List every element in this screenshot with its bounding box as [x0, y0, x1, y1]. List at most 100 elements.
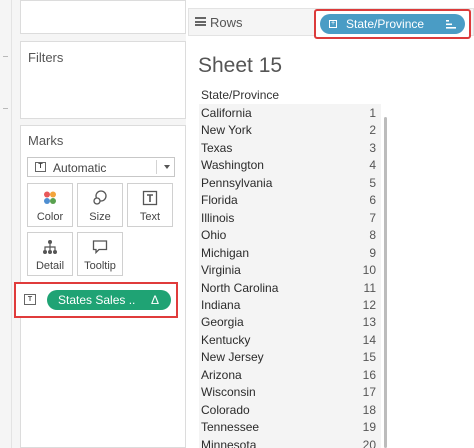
delta-icon: Δ: [150, 293, 159, 307]
state-cell: Ohio: [201, 228, 227, 243]
table-row[interactable]: Texas 3: [199, 140, 381, 157]
rank-cell: 3: [369, 140, 376, 155]
table-row[interactable]: Pennsylvania 5: [199, 175, 381, 192]
state-cell: Texas: [201, 140, 233, 155]
sheet-title: Sheet 15: [198, 54, 283, 77]
rank-cell: 1: [369, 106, 376, 120]
table-row[interactable]: Minnesota 20: [199, 437, 381, 448]
rank-cell: 16: [362, 367, 376, 382]
state-cell: Pennsylvania: [201, 175, 273, 190]
rank-cell: 13: [362, 315, 376, 330]
table-row[interactable]: New Jersey 15: [199, 349, 381, 366]
size-circles-icon: [78, 190, 122, 206]
rows-pill-highlight: + State/Province: [314, 9, 471, 39]
table-row[interactable]: Virginia 10: [199, 262, 381, 279]
mark-type-dropdown[interactable]: T Automatic: [27, 157, 175, 177]
state-cell: Wisconsin: [201, 385, 256, 400]
chevron-down-icon[interactable]: [164, 165, 170, 169]
rank-cell: 10: [362, 263, 376, 278]
table-row[interactable]: Kentucky 14: [199, 332, 381, 349]
table-row[interactable]: Washington 4: [199, 157, 381, 174]
state-cell: Virginia: [201, 263, 241, 278]
table-row[interactable]: California 1: [199, 105, 381, 122]
rank-cell: 2: [369, 123, 376, 138]
rows-shelf-label: Rows: [210, 15, 243, 30]
text-t-icon: [128, 190, 172, 206]
table-row[interactable]: Colorado 18: [199, 402, 381, 419]
tooltip-label: Tooltip: [84, 260, 116, 272]
detail-button[interactable]: Detail: [27, 232, 73, 276]
rank-cell: 7: [369, 210, 376, 225]
state-cell: Indiana: [201, 297, 241, 312]
size-label: Size: [89, 211, 111, 223]
rank-cell: 8: [369, 228, 376, 243]
state-cell: Tennessee: [201, 420, 260, 435]
text-label: Text: [139, 211, 161, 223]
table-row[interactable]: Indiana 12: [199, 297, 381, 314]
state-cell: California: [201, 106, 252, 120]
state-province-pill-label: State/Province: [346, 17, 425, 31]
state-cell: Florida: [201, 193, 238, 208]
rank-cell: 17: [362, 385, 376, 400]
table-row[interactable]: North Carolina 11: [199, 280, 381, 297]
table-row[interactable]: Georgia 13: [199, 314, 381, 331]
detail-nodes-icon: [28, 239, 72, 255]
marks-title: Marks: [28, 133, 64, 148]
color-label: Color: [36, 211, 64, 223]
mark-type-icon: T: [35, 162, 46, 172]
table-row[interactable]: Tennessee 19: [199, 419, 381, 436]
text-shelf-highlight: T States Sales .. Δ: [14, 282, 178, 318]
filters-title: Filters: [28, 50, 64, 65]
edge-marker: [3, 56, 8, 57]
rank-cell: 5: [369, 175, 376, 190]
state-cell: Georgia: [201, 315, 244, 330]
rank-cell: 6: [369, 193, 376, 208]
column-header[interactable]: State/Province: [201, 88, 279, 102]
cards-column: Filters Marks T Automatic Color Size Tex…: [12, 0, 186, 448]
speech-bubble-icon: [78, 239, 122, 255]
table-row[interactable]: Arizona 16: [199, 367, 381, 384]
state-cell: New Jersey: [201, 350, 264, 365]
states-sales-pill[interactable]: States Sales .. Δ: [47, 290, 171, 310]
rank-cell: 15: [362, 350, 376, 365]
state-cell: Michigan: [201, 245, 250, 260]
rank-cell: 18: [362, 402, 376, 417]
rank-cell: 12: [362, 297, 376, 312]
rows-icon: [195, 17, 206, 26]
state-cell: Illinois: [201, 210, 235, 225]
expand-plus-icon[interactable]: +: [329, 20, 337, 28]
left-edge-pane: [0, 0, 12, 448]
table-row[interactable]: Illinois 7: [199, 210, 381, 227]
rank-cell: 19: [362, 420, 376, 435]
text-t-icon: T: [24, 294, 36, 305]
detail-label: Detail: [35, 260, 65, 272]
state-province-pill[interactable]: + State/Province: [320, 14, 465, 34]
vertical-scrollbar[interactable]: [384, 117, 387, 448]
rank-cell: 11: [363, 280, 376, 295]
dropdown-divider: [156, 160, 157, 174]
rank-cell: 9: [369, 245, 376, 260]
sort-ascending-icon[interactable]: [446, 20, 456, 29]
state-cell: New York: [201, 123, 252, 138]
rank-cell: 14: [362, 332, 376, 347]
state-cell: Minnesota: [201, 437, 257, 448]
state-cell: Arizona: [201, 367, 242, 382]
filters-card[interactable]: Filters: [20, 41, 186, 119]
pages-card: [20, 0, 186, 34]
color-button[interactable]: Color: [27, 183, 73, 227]
states-sales-pill-label: States Sales ..: [58, 293, 136, 307]
mark-type-value: Automatic: [53, 161, 107, 175]
state-cell: Washington: [201, 158, 264, 173]
table-row[interactable]: Florida 6: [199, 192, 381, 209]
size-button[interactable]: Size: [77, 183, 123, 227]
table-row[interactable]: Ohio 8: [199, 227, 381, 244]
table-row[interactable]: New York 2: [199, 122, 381, 139]
text-button[interactable]: Text: [127, 183, 173, 227]
tooltip-button[interactable]: Tooltip: [77, 232, 123, 276]
rank-cell: 20: [362, 437, 376, 448]
table-row[interactable]: Wisconsin 17: [199, 384, 381, 401]
state-cell: Colorado: [201, 402, 250, 417]
table-row[interactable]: Michigan 9: [199, 245, 381, 262]
color-dots-icon: [28, 190, 72, 206]
state-cell: North Carolina: [201, 280, 279, 295]
